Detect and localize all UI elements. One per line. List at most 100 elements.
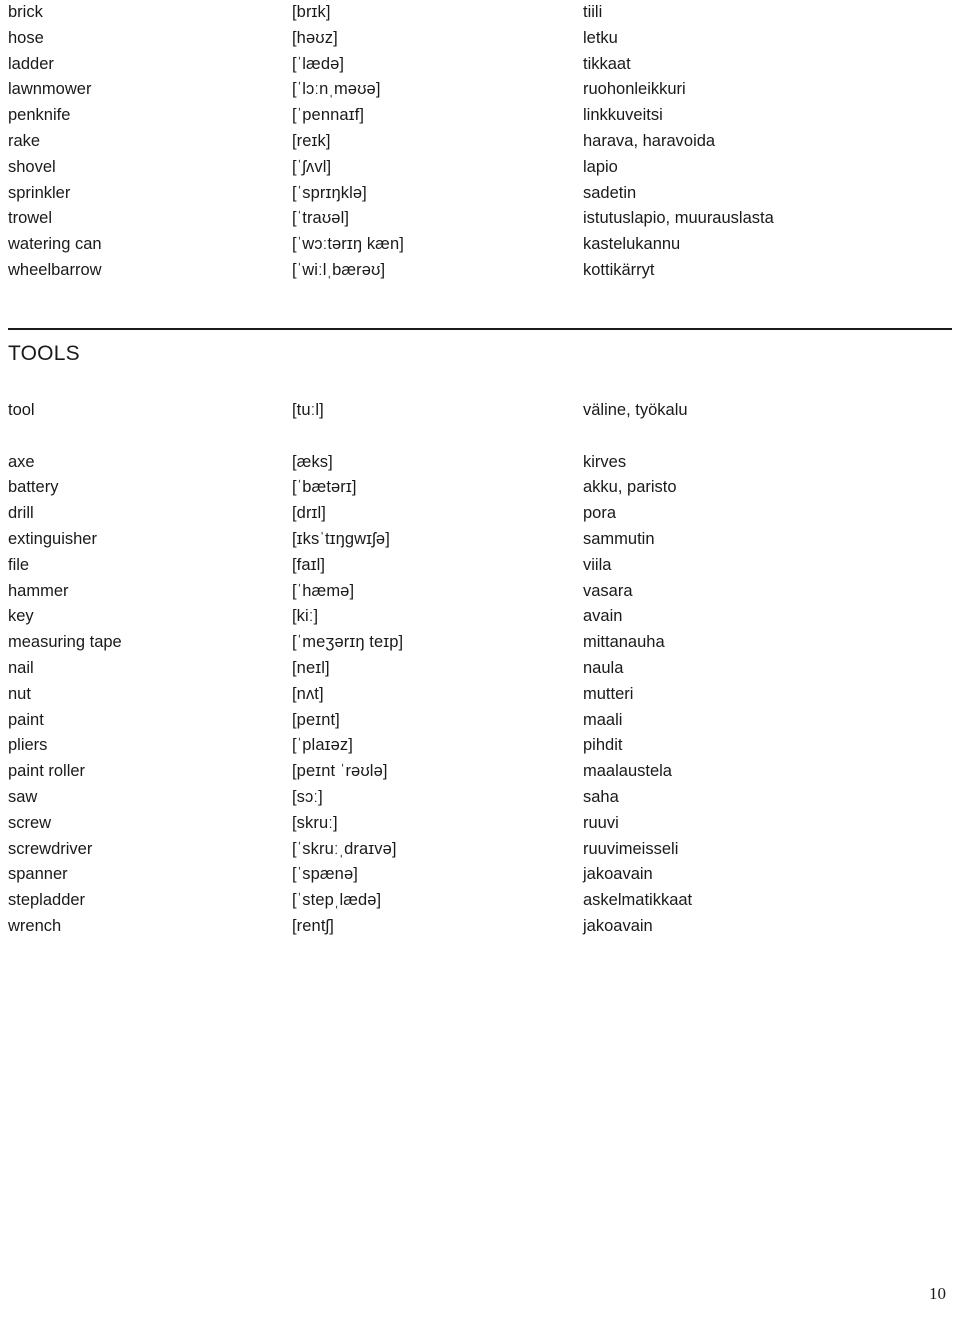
vocab-translation: pihdit	[583, 736, 623, 755]
table-row: shovel [ˈʃʌvl] lapio	[8, 155, 960, 181]
vocab-translation: maali	[583, 710, 623, 729]
vocab-pronunciation: [ˈhæmə]	[292, 581, 355, 600]
vocab-pronunciation: [sɔː]	[292, 787, 323, 806]
table-row: lawnmower [ˈlɔːnˌməʊə] ruohonleikkuri	[8, 77, 960, 103]
vocab-translation: ruuvi	[583, 813, 619, 832]
vocab-pronunciation: [nʌt]	[292, 684, 324, 703]
table-row: pliers [ˈplaɪəz] pihdit	[8, 733, 960, 759]
vocab-translation: jakoavain	[583, 916, 653, 935]
vocab-translation: sammutin	[583, 529, 655, 548]
section-heading-tools: TOOLS	[8, 341, 80, 365]
vocab-term: saw	[8, 787, 38, 806]
vocab-term: watering can	[8, 235, 102, 254]
vocab-term: trowel	[8, 209, 53, 228]
vocab-pronunciation: [reɪk]	[292, 131, 331, 150]
vocab-term: key	[8, 607, 34, 626]
vocab-pronunciation: [həʊz]	[292, 28, 338, 47]
vocab-translation: viila	[583, 555, 612, 574]
vocab-term: file	[8, 555, 30, 574]
vocab-translation: akku, paristo	[583, 478, 677, 497]
table-row: hose [həʊz] letku	[8, 26, 960, 52]
vocab-term: wrench	[8, 916, 62, 935]
table-row: key [kiː] avain	[8, 604, 960, 630]
vocab-pronunciation: [faɪl]	[292, 555, 326, 574]
vocab-translation: istutuslapio, muurauslasta	[583, 209, 774, 228]
intro-vocabulary-table: brick [brɪk] tiili hose [həʊz] letku ladder [ˈl…	[8, 0, 960, 284]
vocab-term: brick	[8, 3, 43, 21]
vocab-translation: lapio	[583, 157, 618, 176]
vocab-pronunciation: [ˈskruːˌdraɪvə]	[292, 839, 397, 858]
vocab-pronunciation: [rentʃ]	[292, 916, 334, 935]
vocab-term: pliers	[8, 736, 48, 755]
vocab-pronunciation: [ˈtraʊəl]	[292, 209, 350, 228]
vocab-translation: ruuvimeisseli	[583, 839, 679, 858]
table-row: extinguisher [ɪksˈtɪŋgwɪʃə] sammutin	[8, 527, 960, 553]
vocab-pronunciation: [ˈbætərɪ]	[292, 478, 357, 497]
vocab-translation: linkkuveitsi	[583, 106, 663, 125]
vocab-translation: harava, haravoida	[583, 131, 716, 150]
document-page: brick [brɪk] tiili hose [həʊz] letku ladder [ˈl…	[0, 0, 960, 1326]
vocab-translation: askelmatikkaat	[583, 891, 693, 910]
table-row: sprinkler [ˈsprɪŋklə] sadetin	[8, 181, 960, 207]
vocab-pronunciation: [skruː]	[292, 813, 338, 832]
vocab-translation: ruohonleikkuri	[583, 80, 686, 99]
page-number: 10	[929, 1284, 946, 1303]
vocab-translation: avain	[583, 607, 623, 626]
vocab-term: paint roller	[8, 762, 86, 781]
vocab-term: nail	[8, 658, 34, 677]
table-row: axe [æks] kirves	[8, 450, 960, 476]
vocab-translation: kastelukannu	[583, 235, 681, 254]
headword-term: tool	[8, 400, 35, 419]
vocab-pronunciation: [peɪnt ˈrəʊlə]	[292, 762, 388, 781]
table-row: hammer [ˈhæmə] vasara	[8, 579, 960, 605]
vocab-term: extinguisher	[8, 529, 97, 548]
table-row: brick [brɪk] tiili	[8, 0, 960, 26]
tools-vocabulary-table: axe [æks] kirves battery [ˈbætərɪ] akku, pari…	[8, 450, 960, 940]
vocab-translation: tiili	[583, 3, 603, 21]
intro-vocabulary-rows: brick [brɪk] tiili hose [həʊz] letku ladder [ˈl…	[8, 0, 960, 284]
table-row: battery [ˈbætərɪ] akku, paristo	[8, 475, 960, 501]
vocab-term: ladder	[8, 54, 54, 73]
headword-spacer	[8, 424, 950, 450]
vocab-pronunciation: [brɪk]	[292, 3, 331, 21]
table-row: saw [sɔː] saha	[8, 785, 960, 811]
vocab-pronunciation: [ˈpennaɪf]	[292, 106, 365, 125]
table-row: wrench [rentʃ] jakoavain	[8, 914, 960, 940]
table-row: drill [drɪl] pora	[8, 501, 960, 527]
headword-ipa: [tuːl]	[292, 400, 324, 419]
tools-vocabulary-rows: axe [æks] kirves battery [ˈbætərɪ] akku, pari…	[8, 450, 960, 940]
vocab-translation: jakoavain	[583, 865, 653, 884]
vocab-term: hammer	[8, 581, 69, 600]
vocab-term: drill	[8, 504, 34, 523]
heading-spacer	[8, 367, 950, 398]
vocab-translation: vasara	[583, 581, 633, 600]
vocab-term: nut	[8, 684, 31, 703]
vocab-term: penknife	[8, 106, 71, 125]
table-row: file [faɪl] viila	[8, 553, 960, 579]
vocab-pronunciation: [kiː]	[292, 607, 319, 626]
vocab-pronunciation: [neɪl]	[292, 658, 330, 677]
table-row: screw [skruː] ruuvi	[8, 811, 960, 837]
table-row: watering can [ˈwɔːtərɪŋ kæn] kastelukannu	[8, 232, 960, 258]
vocab-pronunciation: [ˈspænə]	[292, 865, 358, 884]
vocab-pronunciation: [ˈmeʒərɪŋ teɪp]	[292, 633, 404, 652]
table-row: trowel [ˈtraʊəl] istutuslapio, muurauslast…	[8, 206, 960, 232]
vocab-term: wheelbarrow	[8, 260, 102, 279]
vocab-translation: pora	[583, 504, 617, 523]
headword-translation: väline, työkalu	[583, 400, 688, 419]
table-row: nail [neɪl] naula	[8, 656, 960, 682]
vocab-term: hose	[8, 28, 44, 47]
vocab-translation: maalaustela	[583, 762, 672, 781]
table-row: screwdriver [ˈskruːˌdraɪvə] ruuvimeisseli	[8, 837, 960, 863]
vocab-term: sprinkler	[8, 183, 71, 202]
vocab-term: battery	[8, 478, 59, 497]
vocab-translation: sadetin	[583, 183, 637, 202]
table-row: stepladder [ˈstepˌlædə] askelmatikkaat	[8, 888, 960, 914]
vocab-term: axe	[8, 452, 35, 471]
vocab-pronunciation: [ˈsprɪŋklə]	[292, 183, 367, 202]
vocab-pronunciation: [drɪl]	[292, 504, 326, 523]
vocab-term: rake	[8, 131, 41, 150]
table-row-headword: tool [tuːl] väline, työkalu	[8, 398, 960, 424]
vocab-translation: kottikärryt	[583, 260, 655, 279]
